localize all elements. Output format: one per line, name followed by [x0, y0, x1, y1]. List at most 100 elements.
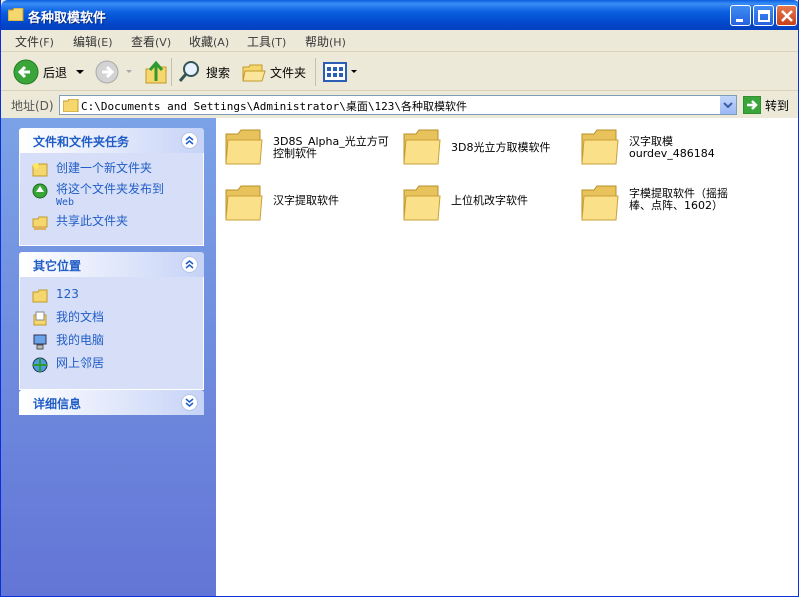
back-label: 后退 — [43, 65, 68, 80]
go-button[interactable]: 转到 — [743, 96, 789, 114]
search-label: 搜索 — [206, 65, 231, 80]
address-path: C:\Documents and Settings\Administrator\… — [81, 100, 468, 113]
folder-item[interactable]: 汉字取模 ourdev_486184 — [572, 122, 747, 170]
menu-bar: 文件(F) 编辑(E) 查看(V) 收藏(A) 工具(T) 帮助(H) — [1, 30, 798, 82]
address-dropdown-button[interactable] — [719, 96, 736, 114]
expand-chevron-icon[interactable] — [181, 394, 198, 411]
minimize-icon — [736, 19, 743, 22]
file-view[interactable]: 3D8S_Alpha_光立方可控制软件 3D8光立方取模软件 汉字取模 ourd… — [216, 118, 798, 596]
search-button[interactable]: 搜索 — [178, 59, 230, 85]
folder-icon — [403, 129, 441, 165]
folder-icon — [403, 185, 441, 221]
panel-title: 其它位置 — [33, 259, 82, 273]
folder-name: 上位机改字软件 — [451, 194, 528, 207]
dropdown-arrow-icon[interactable] — [73, 67, 87, 77]
folder-icon — [8, 8, 24, 21]
share-folder-icon — [32, 216, 48, 230]
panel-title: 详细信息 — [33, 397, 82, 411]
window-title: 各种取模软件 — [28, 11, 107, 26]
folder-item[interactable]: 汉字提取软件 — [216, 178, 391, 226]
toolbar-separator — [171, 58, 172, 86]
task-new-folder[interactable]: 创建一个新文件夹 — [32, 161, 203, 178]
chevron-down-icon — [723, 102, 733, 109]
go-arrow-icon — [743, 96, 761, 114]
folder-name: 汉字提取软件 — [273, 194, 339, 207]
panel-body: 123 我的文档 我的电脑 网上邻居 — [19, 277, 204, 390]
place-my-computer[interactable]: 我的电脑 — [32, 333, 203, 350]
menu-edit[interactable]: 编辑(E) — [73, 33, 113, 50]
forward-arrow-icon — [95, 60, 119, 84]
panel-title: 文件和文件夹任务 — [33, 135, 130, 149]
folder-icon — [581, 185, 619, 221]
folder-item[interactable]: 3D8光立方取模软件 — [394, 122, 569, 170]
toolbar: 后退 搜索 文件夹 — [1, 53, 798, 91]
panel-header[interactable]: 详细信息 — [19, 390, 204, 415]
menu-view[interactable]: 查看(V) — [131, 33, 171, 50]
folder-icon — [225, 129, 263, 165]
folder-icon — [225, 185, 263, 221]
maximize-button[interactable] — [753, 5, 774, 26]
place-network[interactable]: 网上邻居 — [32, 356, 203, 373]
place-label: 网上邻居 — [56, 356, 105, 370]
dropdown-arrow-icon[interactable] — [349, 67, 359, 77]
folder-name: 字模提取软件（摇摇棒、点阵、1602） — [629, 187, 728, 212]
menu-file[interactable]: 文件(F) — [15, 33, 54, 50]
folder-name: 汉字取模 ourdev_486184 — [629, 135, 715, 160]
collapse-chevron-icon[interactable] — [181, 256, 198, 273]
address-input[interactable]: C:\Documents and Settings\Administrator\… — [59, 95, 737, 115]
menu-tools[interactable]: 工具(T) — [247, 33, 286, 50]
panel-header[interactable]: 文件和文件夹任务 — [19, 128, 204, 153]
minimize-button[interactable] — [730, 5, 751, 26]
task-label: 将这个文件夹发布到 Web — [56, 182, 165, 208]
details-panel: 详细信息 — [19, 390, 204, 415]
folder-item[interactable]: 字模提取软件（摇摇棒、点阵、1602） — [572, 178, 747, 226]
place-label: 我的电脑 — [56, 333, 105, 347]
place-label: 123 — [56, 287, 79, 301]
task-pane: 文件和文件夹任务 创建一个新文件夹 将这个文件夹发布到 Web 共享此文件夹 其… — [1, 118, 216, 596]
panel-header[interactable]: 其它位置 — [19, 252, 204, 277]
folder-name: 3D8S_Alpha_光立方可控制软件 — [273, 135, 389, 160]
forward-button[interactable] — [95, 59, 135, 85]
my-documents-icon — [33, 311, 47, 326]
folder-up-icon — [145, 60, 167, 84]
my-computer-icon — [33, 334, 47, 350]
views-icon — [323, 62, 347, 82]
menu-help[interactable]: 帮助(H) — [305, 33, 346, 50]
up-button[interactable] — [144, 59, 168, 85]
place-123[interactable]: 123 — [32, 287, 203, 304]
panel-body: 创建一个新文件夹 将这个文件夹发布到 Web 共享此文件夹 — [19, 153, 204, 246]
address-label: 地址(D) — [11, 99, 54, 113]
folder-item[interactable]: 3D8S_Alpha_光立方可控制软件 — [216, 122, 391, 170]
folders-label: 文件夹 — [270, 65, 307, 80]
close-button[interactable] — [776, 5, 797, 26]
go-label: 转到 — [765, 98, 790, 113]
task-share-folder[interactable]: 共享此文件夹 — [32, 214, 203, 231]
folder-icon — [32, 289, 48, 303]
publish-web-icon — [32, 183, 48, 199]
place-label: 我的文档 — [56, 310, 105, 324]
folder-name: 3D8光立方取模软件 — [451, 141, 551, 154]
folders-button[interactable]: 文件夹 — [242, 59, 306, 85]
title-bar[interactable]: 各种取模软件 — [1, 0, 798, 30]
toolbar-separator — [315, 58, 316, 86]
folder-item[interactable]: 上位机改字软件 — [394, 178, 569, 226]
maximize-icon — [758, 10, 770, 22]
back-button[interactable]: 后退 — [13, 59, 87, 85]
network-icon — [32, 357, 48, 373]
back-arrow-icon — [13, 59, 39, 85]
folders-icon — [242, 64, 266, 82]
explorer-window: 各种取模软件 文件(F) 编辑(E) 查看(V) 收藏(A) 工具(T) 帮助(… — [0, 0, 799, 597]
place-my-documents[interactable]: 我的文档 — [32, 310, 203, 327]
close-icon — [781, 10, 793, 22]
menu-favorites[interactable]: 收藏(A) — [189, 33, 229, 50]
collapse-chevron-icon[interactable] — [181, 132, 198, 149]
task-publish-web[interactable]: 将这个文件夹发布到 Web — [32, 182, 203, 210]
views-button[interactable] — [323, 59, 359, 85]
folder-icon — [63, 99, 79, 112]
task-label: 创建一个新文件夹 — [56, 161, 153, 175]
other-places-panel: 其它位置 123 我的文档 我的电脑 网上邻居 — [19, 252, 204, 390]
dropdown-arrow-icon[interactable] — [123, 67, 135, 77]
file-folder-tasks-panel: 文件和文件夹任务 创建一个新文件夹 将这个文件夹发布到 Web 共享此文件夹 — [19, 128, 204, 246]
folder-icon — [581, 129, 619, 165]
address-bar: 地址(D) C:\Documents and Settings\Administ… — [1, 92, 798, 118]
